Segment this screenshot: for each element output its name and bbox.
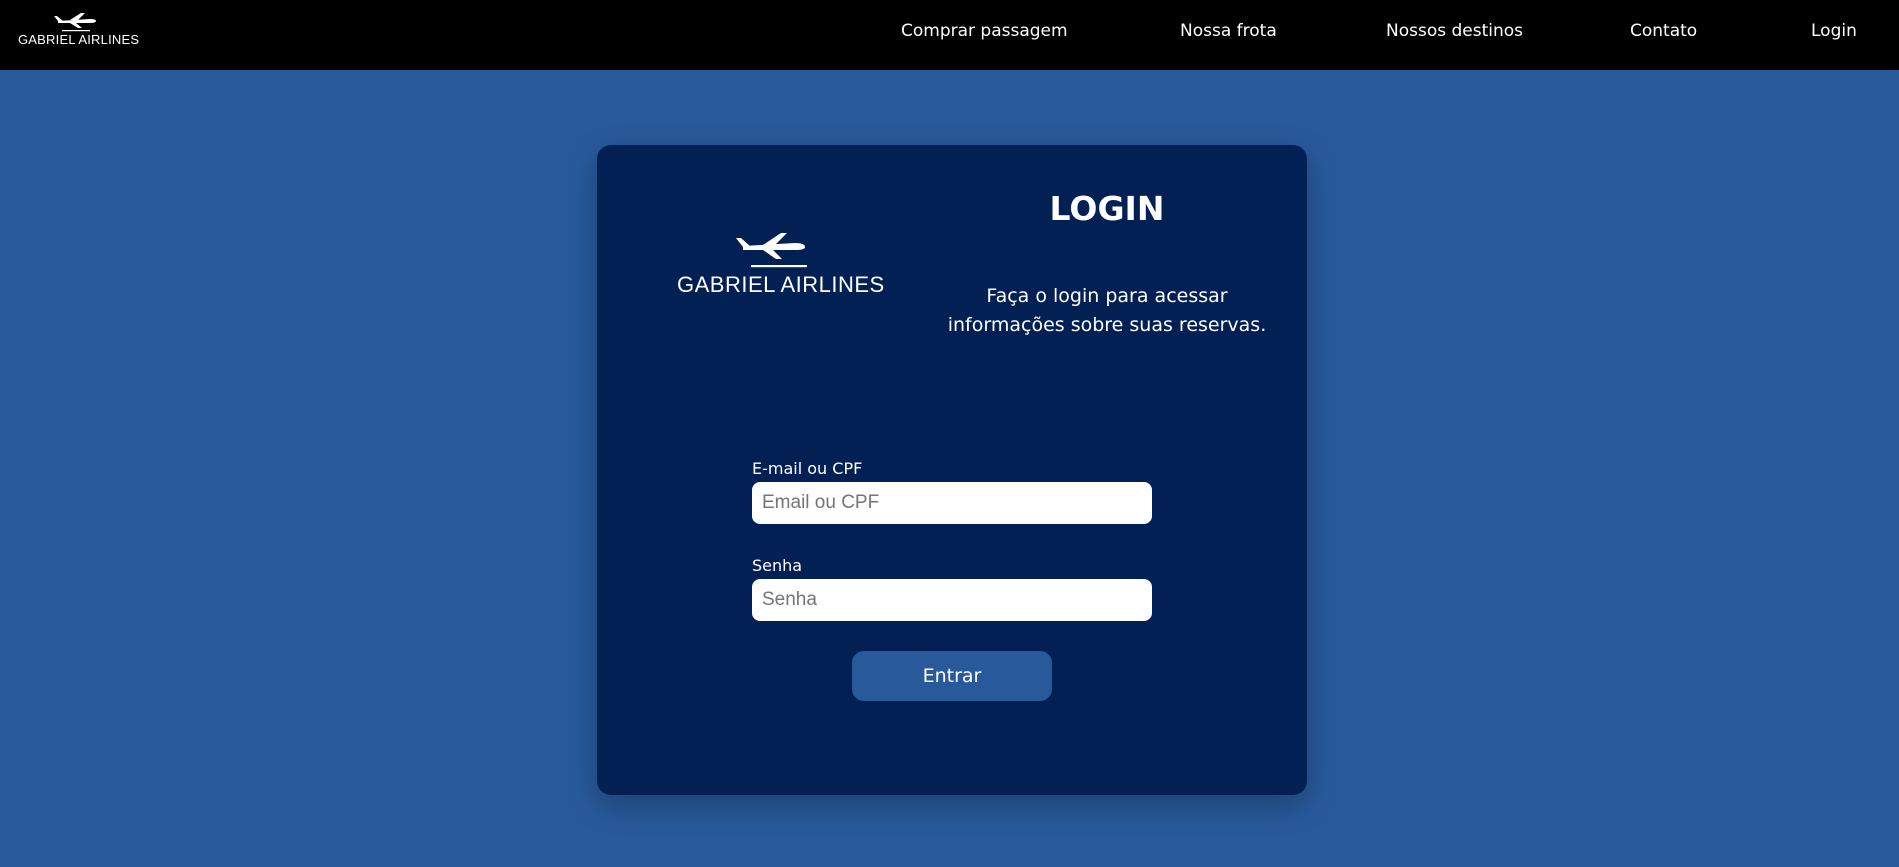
nav-contato[interactable]: Contato: [1630, 20, 1697, 42]
nav-comprar-passagem[interactable]: Comprar passagem: [901, 20, 1068, 42]
password-label: Senha: [752, 556, 803, 575]
password-input[interactable]: [752, 579, 1152, 621]
brand-name: GABRIEL AIRLINES: [18, 32, 140, 47]
nav-nossos-destinos[interactable]: Nossos destinos: [1386, 20, 1523, 42]
login-title: LOGIN: [1049, 189, 1165, 228]
nav-login[interactable]: Login: [1811, 20, 1857, 42]
card-brand-name: GABRIEL AIRLINES: [677, 272, 885, 297]
airplane-icon: [736, 233, 807, 268]
airplane-icon: [54, 13, 96, 32]
login-submit-button[interactable]: Entrar: [852, 651, 1052, 701]
login-description: Faça o login para acessar informações so…: [947, 285, 1267, 336]
nav-nossa-frota[interactable]: Nossa frota: [1180, 20, 1277, 42]
email-label: E-mail ou CPF: [752, 459, 863, 478]
login-card: GABRIEL AIRLINES LOGIN Faça o login para…: [597, 145, 1307, 795]
email-input[interactable]: [752, 482, 1152, 524]
brand-logo[interactable]: GABRIEL AIRLINES: [18, 12, 140, 50]
card-brand-logo: GABRIEL AIRLINES: [677, 230, 885, 300]
top-navbar: GABRIEL AIRLINES Comprar passagem Nossa …: [0, 0, 1899, 70]
